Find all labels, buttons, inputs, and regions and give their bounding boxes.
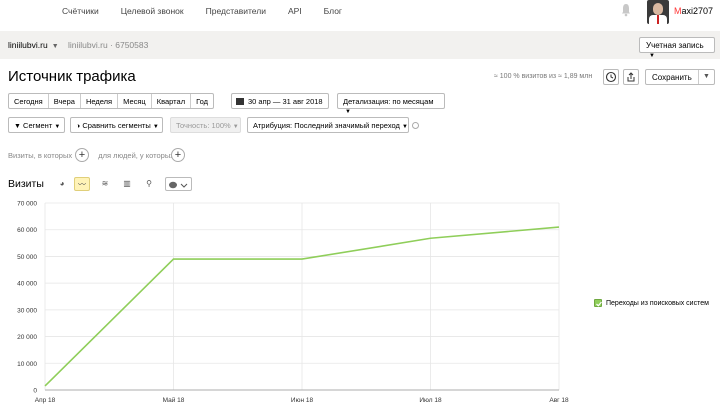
segment-conditions: Визиты, в которых для людей, у которых <box>8 151 174 160</box>
y-tick-label: 50 000 <box>17 254 37 261</box>
nav-link-blog[interactable]: Блог <box>324 6 342 16</box>
counter-breadcrumb: liniilubvi.ru · 6750583 <box>68 40 149 50</box>
period-year[interactable]: Год <box>191 94 213 108</box>
sampling-info: ≈ 100 % визитов из ≈ 1,89 млн <box>494 73 593 80</box>
username[interactable]: Maxi2707 <box>674 6 713 16</box>
nav-link-api[interactable]: API <box>288 6 302 16</box>
nav-link-target-call[interactable]: Целевой звонок <box>121 6 184 16</box>
y-tick-label: 30 000 <box>17 307 37 314</box>
y-tick-label: 70 000 <box>17 201 37 208</box>
y-tick-label: 0 <box>33 388 37 395</box>
chevron-down-icon[interactable]: ▼ <box>703 73 710 80</box>
counter-bar: liniilubvi.ru ▼ liniilubvi.ru · 6750583 <box>0 31 720 59</box>
clock-icon <box>605 71 617 83</box>
speech-bubble-icon <box>169 181 188 189</box>
x-tick-label: Апр 18 <box>35 397 56 404</box>
page-title: Источник трафика <box>8 68 136 85</box>
period-quarter[interactable]: Квартал <box>152 94 192 108</box>
add-people-condition-button[interactable]: + <box>171 148 185 162</box>
x-tick-label: Июл 18 <box>419 397 442 404</box>
compare-icon: ◑ <box>76 123 81 130</box>
period-month[interactable]: Месяц <box>118 94 152 108</box>
legend-label: Переходы из поисковых систем <box>606 299 709 307</box>
x-tick-label: Июн 18 <box>291 397 314 404</box>
map-pin-icon[interactable]: ⚲ <box>141 177 157 191</box>
add-visit-condition-button[interactable]: + <box>75 148 89 162</box>
export-icon <box>627 72 635 82</box>
date-range-picker[interactable]: 30 апр — 31 авг 2018 <box>231 93 329 109</box>
bell-icon[interactable] <box>621 3 631 17</box>
x-tick-label: Авг 18 <box>549 397 569 404</box>
y-tick-label: 20 000 <box>17 334 37 341</box>
export-button[interactable] <box>623 69 639 85</box>
segment-button[interactable]: ▼ Сегмент ▼ <box>8 117 65 133</box>
legend-checkbox[interactable] <box>594 299 602 307</box>
chevron-down-icon: ▼ <box>345 109 351 115</box>
chevron-down-icon: ▼ <box>54 124 61 130</box>
chevron-down-icon: ▼ <box>649 53 655 59</box>
compare-segments-button[interactable]: ◑ Сравнить сегменты ▼ <box>70 117 163 133</box>
history-button[interactable] <box>603 69 619 85</box>
detail-selector[interactable]: Детализация: по месяцам ▼ <box>337 93 445 115</box>
filter-icon: ▼ <box>14 123 21 130</box>
chevron-down-icon: ▼ <box>51 43 59 50</box>
attribution-selector[interactable]: Атрибуция: Последний значимый переход ▼ <box>247 117 409 133</box>
bar-chart-icon[interactable]: ▥ <box>119 177 135 191</box>
nav-link-representatives[interactable]: Представители <box>206 6 266 16</box>
visits-line-chart: 70 000 60 000 50 000 40 000 30 000 20 000 10 0… <box>17 201 569 404</box>
period-selector: Сегодня Вчера Неделя Месяц Квартал Год <box>8 93 215 109</box>
area-chart-icon[interactable]: ≋ <box>97 177 113 191</box>
avatar[interactable] <box>647 0 669 24</box>
period-today[interactable]: Сегодня <box>9 94 49 108</box>
accuracy-selector[interactable]: Точность: 100% ▼ <box>170 117 241 133</box>
chart-metric-label: Визиты <box>8 178 44 190</box>
nav-link-counters[interactable]: Счётчики <box>62 6 99 16</box>
period-yesterday[interactable]: Вчера <box>49 94 81 108</box>
site-selector[interactable]: liniilubvi.ru ▼ <box>8 40 59 50</box>
x-tick-label: Май 18 <box>163 396 185 404</box>
y-tick-label: 40 000 <box>17 281 37 288</box>
chevron-down-icon: ▼ <box>152 124 159 130</box>
chart-legend: Переходы из поисковых систем <box>594 299 709 307</box>
save-button[interactable]: Сохранить ▼ <box>645 69 715 85</box>
y-tick-label: 10 000 <box>17 361 37 368</box>
top-navigation: Счётчики Целевой звонок Представители AP… <box>0 0 720 26</box>
pie-chart-icon[interactable]: ◕ <box>54 177 70 191</box>
chevron-down-icon: ▼ <box>232 124 239 130</box>
help-icon[interactable] <box>412 122 419 129</box>
account-button[interactable]: Учетная запись ▼ <box>639 37 715 59</box>
period-week[interactable]: Неделя <box>81 94 119 108</box>
comments-button[interactable] <box>165 177 192 191</box>
top-nav-links: Счётчики Целевой звонок Представители AP… <box>62 6 364 16</box>
line-chart-icon[interactable]: 〰 <box>74 177 90 191</box>
calendar-icon <box>236 98 244 105</box>
chevron-down-icon: ▼ <box>401 124 408 130</box>
y-tick-label: 60 000 <box>17 227 37 234</box>
